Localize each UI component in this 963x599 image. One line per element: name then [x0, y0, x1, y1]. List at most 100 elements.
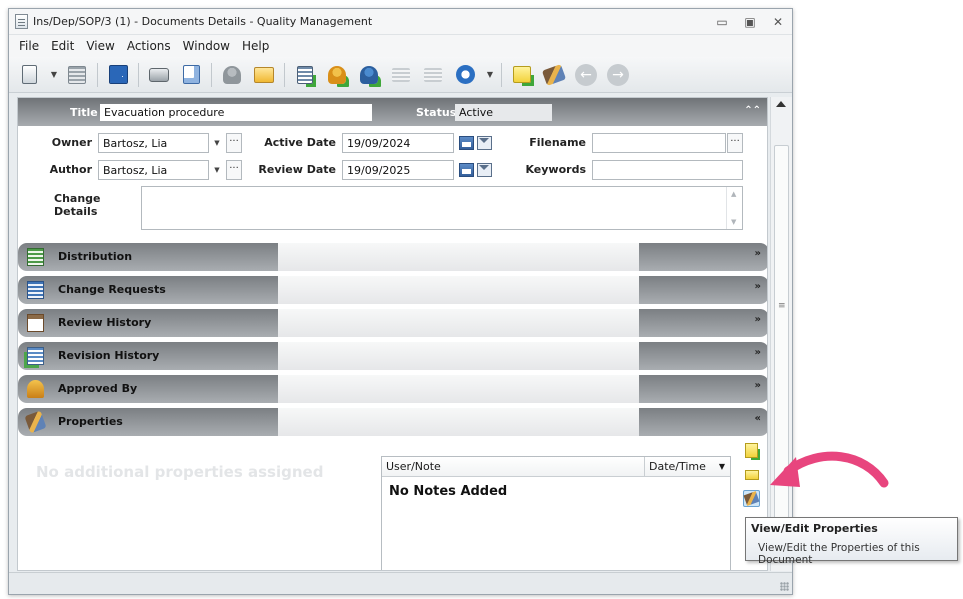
active-date-label: Active Date	[264, 136, 336, 149]
edit-note-icon[interactable]	[743, 466, 760, 483]
title-bar: Ins/Dep/SOP/3 (1) - Documents Details - …	[9, 9, 792, 35]
expand-chevron-icon[interactable]: »	[755, 347, 761, 358]
notes-grid[interactable]: User/Note Date/Time ▼ No Notes Added	[381, 456, 731, 570]
menu-help[interactable]: Help	[236, 39, 275, 53]
list-view-icon[interactable]	[65, 63, 89, 87]
panel-label: Properties	[58, 415, 123, 428]
toolbar: ▼ ▼ ← →	[9, 57, 792, 93]
calendar-icon[interactable]	[459, 163, 474, 177]
scroll-up-icon[interactable]	[776, 101, 786, 107]
document-details-panel: Title Evacuation procedure Status Active…	[17, 97, 768, 571]
pointer-arrow-icon	[770, 451, 889, 488]
menu-window[interactable]: Window	[177, 39, 236, 53]
change-details-label: Change Details	[54, 192, 101, 218]
keywords-field[interactable]	[592, 160, 743, 180]
print-icon[interactable]	[147, 63, 171, 87]
owner-more-button[interactable]: ···	[226, 133, 242, 153]
back-icon[interactable]: ←	[574, 63, 598, 87]
email-icon[interactable]	[477, 136, 492, 150]
assign-user-icon[interactable]	[357, 63, 381, 87]
change-details-textarea[interactable]	[141, 186, 743, 230]
review-date-field[interactable]: 19/09/2025	[342, 160, 454, 180]
document-app-icon	[15, 14, 28, 29]
add-user-icon[interactable]	[325, 63, 349, 87]
close-icon[interactable]: ✕	[764, 15, 792, 29]
email-icon[interactable]	[477, 163, 492, 177]
document-menu-icon[interactable]	[17, 63, 41, 87]
author-more-button[interactable]: ···	[226, 160, 242, 180]
menu-bar: File Edit View Actions Window Help	[9, 35, 792, 57]
vertical-scrollbar[interactable]	[770, 97, 792, 571]
add-list-icon[interactable]	[293, 63, 317, 87]
owner-field[interactable]: Bartosz, Lia	[98, 133, 209, 153]
date-time-column-header[interactable]: Date/Time ▼	[644, 457, 731, 477]
panel-change-requests[interactable]: Change Requests »	[18, 276, 767, 304]
collapse-chevron-icon[interactable]: «	[755, 413, 761, 424]
menu-actions[interactable]: Actions	[121, 39, 177, 53]
add-note-icon[interactable]	[743, 442, 760, 459]
resize-grip-icon[interactable]	[780, 582, 789, 591]
expand-chevron-icon[interactable]: »	[755, 380, 761, 391]
panel-revision-history[interactable]: Revision History »	[18, 342, 767, 370]
review-history-icon	[27, 314, 44, 332]
restore-icon[interactable]: ▣	[736, 15, 764, 29]
status-bar	[9, 572, 792, 594]
expand-chevron-icon[interactable]: »	[755, 314, 761, 325]
properties-body: No additional properties assigned User/N…	[18, 438, 767, 570]
panel-label: Approved By	[58, 382, 138, 395]
tooltip-text: View/Edit the Properties of this Documen…	[758, 542, 920, 566]
expand-chevron-icon[interactable]: »	[755, 281, 761, 292]
open-folder-icon[interactable]	[252, 63, 276, 87]
dropdown-arrow-icon[interactable]: ▼	[485, 63, 495, 87]
toolbar-separator	[97, 62, 98, 87]
expand-chevron-icon[interactable]: »	[755, 248, 761, 259]
menu-file[interactable]: File	[13, 39, 45, 53]
sort-arrow-icon[interactable]: ▼	[719, 462, 725, 471]
save-icon[interactable]	[106, 63, 130, 87]
document-details-window: Ins/Dep/SOP/3 (1) - Documents Details - …	[8, 8, 793, 595]
author-dropdown-icon[interactable]: ▼	[210, 160, 224, 180]
panel-approved-by[interactable]: Approved By »	[18, 375, 767, 403]
title-input[interactable]: Evacuation procedure	[100, 104, 372, 121]
panel-label: Revision History	[58, 349, 160, 362]
status-label: Status	[416, 106, 457, 119]
toolbar-separator	[211, 62, 212, 87]
print-preview-icon[interactable]	[179, 63, 203, 87]
author-field[interactable]: Bartosz, Lia	[98, 160, 209, 180]
properties-icon[interactable]	[541, 63, 567, 87]
minimize-icon[interactable]: ▭	[708, 15, 736, 29]
toolbar-separator	[138, 62, 139, 87]
filename-field[interactable]	[592, 133, 726, 153]
refresh-icon[interactable]	[453, 63, 477, 87]
filename-more-button[interactable]: ···	[727, 133, 743, 153]
notes-grid-header: User/Note Date/Time ▼	[382, 457, 730, 477]
menu-edit[interactable]: Edit	[45, 39, 80, 53]
calendar-icon[interactable]	[459, 136, 474, 150]
active-date-field[interactable]: 19/09/2024	[342, 133, 454, 153]
list-edit-icon[interactable]	[421, 63, 445, 87]
panel-review-history[interactable]: Review History »	[18, 309, 767, 337]
user-note-column-header[interactable]: User/Note	[386, 460, 441, 473]
panel-properties[interactable]: Properties «	[18, 408, 767, 436]
menu-view[interactable]: View	[80, 39, 120, 53]
toolbar-separator	[284, 62, 285, 87]
forward-icon[interactable]: →	[606, 63, 630, 87]
collapse-chevron-icon[interactable]: ⌃⌃	[744, 105, 761, 116]
textarea-scrollbar[interactable]	[726, 187, 742, 229]
owner-label: Owner	[51, 136, 92, 149]
view-edit-properties-icon[interactable]	[743, 490, 760, 507]
scrollbar-thumb[interactable]	[774, 145, 789, 563]
add-note-icon[interactable]	[510, 63, 534, 87]
panel-distribution[interactable]: Distribution »	[18, 243, 767, 271]
properties-tooltip: View/Edit Properties View/Edit the Prope…	[745, 517, 958, 566]
list-icon[interactable]	[389, 63, 413, 87]
author-label: Author	[49, 163, 92, 176]
panel-label: Review History	[58, 316, 152, 329]
distribution-icon	[27, 248, 44, 266]
owner-dropdown-icon[interactable]: ▼	[210, 133, 224, 153]
user-icon[interactable]	[220, 63, 244, 87]
title-strip: Title Evacuation procedure Status Active…	[18, 98, 767, 126]
dropdown-arrow-icon[interactable]: ▼	[49, 63, 59, 87]
toolbar-separator	[501, 62, 502, 87]
approved-by-icon	[27, 380, 44, 398]
